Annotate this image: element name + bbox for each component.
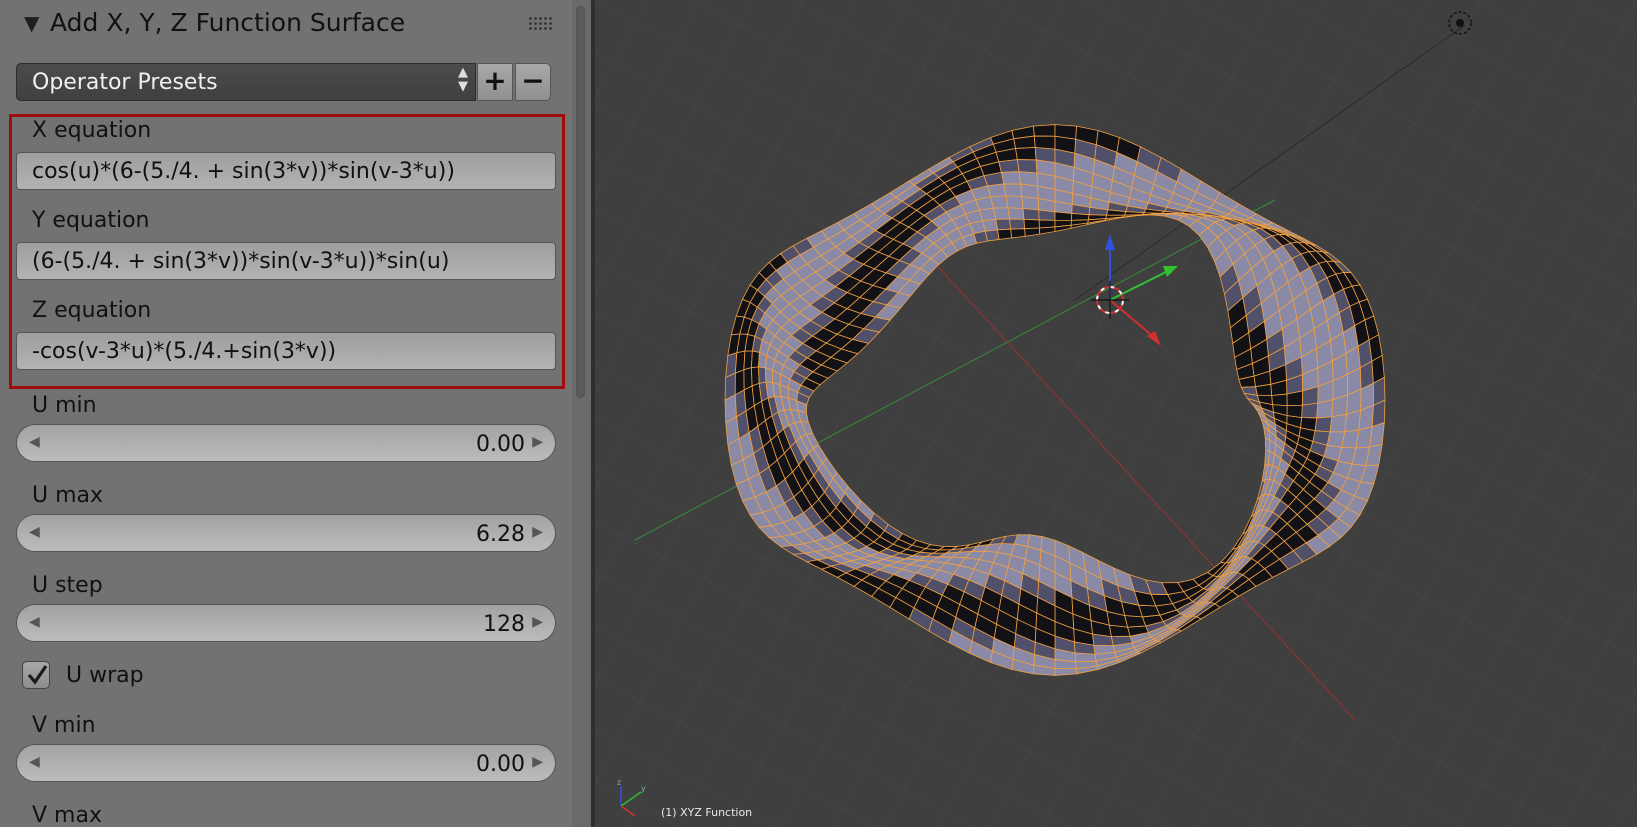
mesh-face — [1038, 209, 1056, 221]
u-min-slider[interactable]: ◀ 0.00 ▶ — [16, 424, 556, 462]
decrement-arrow-icon[interactable]: ◀ — [29, 754, 40, 770]
u-step-value: 128 — [483, 612, 525, 637]
x-equation-input[interactable]: cos(u)*(6-(5./4. + sin(3*v))*sin(v-3*u)) — [16, 152, 556, 190]
view-axis-gizmo-icon: z y — [617, 778, 646, 817]
operator-panel: ▼ Add X, Y, Z Function Surface Operator … — [0, 0, 591, 827]
mesh-face — [1255, 383, 1273, 396]
mesh-face — [984, 229, 1000, 242]
mesh-face — [1005, 195, 1024, 209]
mesh-face — [1000, 171, 1022, 185]
mesh-face — [990, 195, 1009, 209]
increment-arrow-icon[interactable]: ▶ — [532, 614, 543, 630]
u-max-value: 6.28 — [476, 522, 525, 547]
svg-text:z: z — [617, 778, 621, 787]
z-equation-input[interactable]: -cos(v-3*u)*(5./4.+sin(3*v)) — [16, 332, 556, 370]
y-equation-label: Y equation — [32, 208, 150, 233]
v-min-value: 0.00 — [476, 752, 525, 777]
mesh-face — [1010, 228, 1026, 239]
mesh-face — [1016, 159, 1038, 174]
mesh-face — [1023, 218, 1040, 230]
decrement-arrow-icon[interactable]: ◀ — [29, 524, 40, 540]
decrement-arrow-icon[interactable]: ◀ — [29, 614, 40, 630]
mesh-face — [1003, 183, 1023, 198]
mesh-face — [758, 366, 767, 384]
panel-scrollbar[interactable] — [576, 6, 585, 398]
u-max-slider[interactable]: ◀ 6.28 ▶ — [16, 514, 556, 552]
panel-header[interactable]: ▼ Add X, Y, Z Function Surface — [0, 0, 570, 46]
mesh-face — [1037, 198, 1056, 213]
mesh-face — [1071, 213, 1090, 221]
mesh-face — [1093, 644, 1116, 655]
checkmark-icon — [27, 665, 48, 685]
mesh-face — [1032, 124, 1056, 137]
mesh-face — [998, 159, 1020, 173]
mesh-face — [1301, 402, 1319, 419]
mesh-face — [1022, 208, 1040, 221]
object-label: (1) XYZ Function — [661, 806, 753, 819]
mesh-face — [1021, 196, 1040, 211]
mesh-face — [1007, 207, 1025, 220]
mesh-face — [982, 218, 999, 232]
mesh-face — [743, 367, 753, 391]
add-preset-button[interactable]: + — [477, 63, 513, 101]
mesh-face — [734, 369, 745, 396]
remove-preset-button[interactable]: − — [515, 63, 551, 101]
increment-arrow-icon[interactable]: ▶ — [532, 434, 543, 450]
mesh-face — [1015, 147, 1037, 161]
presets-label: Operator Presets — [32, 70, 218, 95]
mesh-face — [1009, 218, 1026, 230]
mesh-face — [1286, 390, 1303, 407]
panel-title: Add X, Y, Z Function Surface — [50, 8, 406, 37]
mesh-face — [1033, 135, 1056, 150]
mesh-face — [1271, 393, 1288, 407]
mesh-face — [978, 207, 997, 222]
3d-viewport[interactable]: z y (1) XYZ Function — [595, 0, 1637, 827]
mesh-face — [751, 366, 760, 387]
mesh-face — [1286, 404, 1303, 418]
u-step-label: U step — [32, 573, 103, 598]
v-min-label: V min — [32, 713, 96, 738]
increment-arrow-icon[interactable]: ▶ — [532, 754, 543, 770]
lamp-icon[interactable] — [1447, 10, 1473, 36]
mesh-face — [992, 207, 1010, 220]
mesh-face — [1314, 416, 1333, 433]
collapse-triangle-icon[interactable]: ▼ — [24, 11, 39, 35]
z-equation-label: Z equation — [32, 298, 152, 323]
u-step-slider[interactable]: ◀ 128 ▶ — [16, 604, 556, 642]
drag-grip-icon[interactable] — [528, 16, 554, 32]
y-equation-input[interactable]: (6-(5./4. + sin(3*v))*sin(v-3*u))*sin(u) — [16, 242, 556, 280]
decrement-arrow-icon[interactable]: ◀ — [29, 434, 40, 450]
dropdown-arrows-icon: ▲ ▼ — [458, 65, 468, 94]
u-wrap-checkbox[interactable] — [22, 661, 50, 689]
v-max-label: V max — [32, 803, 102, 827]
mesh-face — [986, 183, 1007, 198]
mesh-face — [997, 228, 1013, 240]
v-min-slider[interactable]: ◀ 0.00 ▶ — [16, 744, 556, 782]
increment-arrow-icon[interactable]: ▶ — [532, 524, 543, 540]
operator-presets-dropdown[interactable]: Operator Presets ▲ ▼ — [16, 63, 476, 101]
mesh-face — [995, 218, 1012, 231]
mesh-face — [1054, 668, 1078, 676]
u-wrap-label: U wrap — [66, 663, 144, 688]
u-max-label: U max — [32, 483, 104, 508]
mesh-face — [1054, 211, 1073, 221]
mesh-face — [1264, 437, 1271, 452]
u-min-label: U min — [32, 393, 97, 418]
u-min-value: 0.00 — [476, 432, 525, 457]
svg-text:y: y — [641, 784, 646, 793]
mesh-face — [1013, 135, 1036, 149]
x-equation-label: X equation — [32, 118, 152, 143]
viewport-scene[interactable] — [595, 0, 1637, 827]
